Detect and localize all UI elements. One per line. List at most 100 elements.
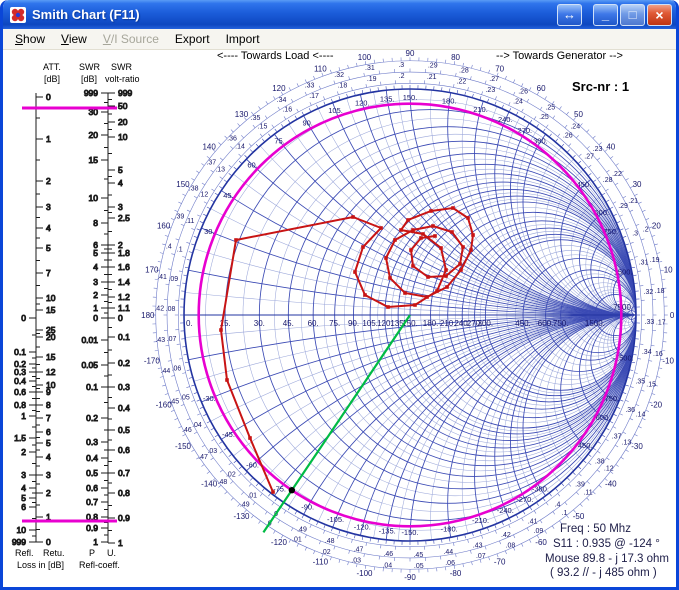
svg-text:3: 3 <box>21 470 26 480</box>
svg-text:5: 5 <box>93 248 98 258</box>
svg-text:3: 3 <box>46 202 51 212</box>
dock-button[interactable]: ↔ <box>557 4 582 26</box>
svg-text:.26: .26 <box>563 132 573 139</box>
svg-text:.2: .2 <box>643 227 649 234</box>
svg-text:.28: .28 <box>603 177 613 184</box>
svg-text:.46: .46 <box>182 427 192 434</box>
svg-text:.33: .33 <box>645 319 655 326</box>
svg-text:1.8: 1.8 <box>118 248 130 258</box>
svg-text:-60: -60 <box>535 538 547 547</box>
svg-text:.37: .37 <box>206 159 216 166</box>
svg-text:.02: .02 <box>321 549 331 556</box>
swr-circle <box>199 104 622 527</box>
svg-text:7: 7 <box>46 413 51 423</box>
status-mouse-impedance: Mouse 89.8 - j 17.3 ohm <box>545 553 669 565</box>
svg-text:1.4: 1.4 <box>118 277 130 287</box>
svg-text:.46: .46 <box>383 551 393 558</box>
maximize-button[interactable]: □ <box>620 4 645 26</box>
close-button[interactable]: × <box>647 4 672 26</box>
boundary-ticks <box>180 85 640 545</box>
svg-text:1: 1 <box>46 134 51 144</box>
svg-text:8: 8 <box>93 218 98 228</box>
svg-text:.09: .09 <box>534 528 544 535</box>
svg-text:300.: 300. <box>478 319 494 328</box>
window-title: Smith Chart (F11) <box>32 7 555 22</box>
svg-text:.4: .4 <box>166 243 172 250</box>
svg-text:-70: -70 <box>494 557 506 566</box>
svg-text:.03: .03 <box>351 558 361 565</box>
svg-text:1: 1 <box>93 537 98 547</box>
svg-text:-75.: -75. <box>273 484 286 493</box>
svg-text:1.5: 1.5 <box>14 433 26 443</box>
svg-text:0.01: 0.01 <box>81 335 98 345</box>
svg-text:.24: .24 <box>570 124 580 131</box>
svg-text:240.: 240. <box>454 319 470 328</box>
svg-text:.16: .16 <box>653 351 663 358</box>
svg-text:.03: .03 <box>207 448 217 455</box>
svg-text:-180.: -180. <box>441 524 458 533</box>
svg-text:-45.: -45. <box>222 430 235 439</box>
svg-text:30.: 30. <box>254 319 265 328</box>
svg-text:.45: .45 <box>413 552 423 559</box>
svg-text:0.2: 0.2 <box>14 359 26 369</box>
svg-text:10: 10 <box>17 525 27 535</box>
svg-text:5: 5 <box>21 493 26 503</box>
menu-vi-source[interactable]: V/I Source <box>95 30 167 48</box>
svg-text:0.1: 0.1 <box>86 382 98 392</box>
svg-text:3: 3 <box>46 470 51 480</box>
svg-text:0.7: 0.7 <box>86 497 98 507</box>
svg-text:.11: .11 <box>185 218 194 225</box>
svg-text:.48: .48 <box>325 538 335 545</box>
svg-text:180: 180 <box>141 311 155 320</box>
svg-text:450.: 450. <box>515 319 531 328</box>
svg-text:0: 0 <box>670 311 675 320</box>
app-window: Smith Chart (F11) ↔ _ □ × Show View V/I … <box>0 0 679 590</box>
svg-text:-30: -30 <box>631 442 643 451</box>
svg-text:.01: .01 <box>247 493 257 500</box>
svg-text:.23: .23 <box>485 87 495 94</box>
svg-text:140: 140 <box>202 142 216 151</box>
svg-text:2: 2 <box>93 290 98 300</box>
menu-view[interactable]: View <box>53 30 95 48</box>
svg-text:-80: -80 <box>450 569 462 578</box>
svg-text:4: 4 <box>93 262 98 272</box>
svg-text:.35: .35 <box>635 379 645 386</box>
svg-text:.12: .12 <box>604 466 614 473</box>
title-bar[interactable]: Smith Chart (F11) ↔ _ □ × <box>3 0 676 29</box>
svg-text:10: 10 <box>46 380 56 390</box>
svg-text:150.: 150. <box>403 93 418 102</box>
svg-text:0.6: 0.6 <box>14 387 26 397</box>
svg-text:.32: .32 <box>644 289 654 296</box>
svg-text:0.2: 0.2 <box>86 413 98 423</box>
menu-show[interactable]: Show <box>7 30 53 48</box>
menu-export[interactable]: Export <box>167 30 218 48</box>
svg-text:750.: 750. <box>603 227 618 236</box>
s11-marker-dot[interactable] <box>289 487 295 493</box>
svg-text:.13: .13 <box>215 166 225 173</box>
towards-load-label: <---- Towards Load <---- <box>217 50 334 62</box>
minimize-button[interactable]: _ <box>593 4 618 26</box>
svg-text:2.5: 2.5 <box>118 213 130 223</box>
svg-text:.49: .49 <box>240 501 250 508</box>
svg-text:0: 0 <box>93 313 98 323</box>
svg-text:5: 5 <box>46 243 51 253</box>
svg-text:10: 10 <box>664 265 673 274</box>
cursor-line[interactable] <box>263 315 410 532</box>
svg-text:.29: .29 <box>618 203 628 210</box>
svg-text:.27: .27 <box>584 153 594 160</box>
svg-text:0: 0 <box>46 537 51 547</box>
svg-text:.22: .22 <box>612 171 622 178</box>
svg-text:.1: .1 <box>562 510 568 517</box>
svg-text:1: 1 <box>93 303 98 313</box>
svg-text:0.7: 0.7 <box>118 468 130 478</box>
menu-import[interactable]: Import <box>218 30 268 48</box>
wavelength-labels-towards-load: 0.01.02.03.04.05.06.07.08.09.1.11.12.13.… <box>154 62 665 570</box>
svg-text:1500.: 1500. <box>614 267 633 276</box>
svg-text:.29: .29 <box>428 63 438 70</box>
svg-text:.05: .05 <box>414 563 424 570</box>
nomograph-header-3: [dB] <box>81 74 97 84</box>
svg-text:50: 50 <box>118 101 128 111</box>
svg-text:.11: .11 <box>583 489 592 496</box>
svg-text:-150.: -150. <box>401 528 418 537</box>
svg-text:0.5: 0.5 <box>86 468 98 478</box>
